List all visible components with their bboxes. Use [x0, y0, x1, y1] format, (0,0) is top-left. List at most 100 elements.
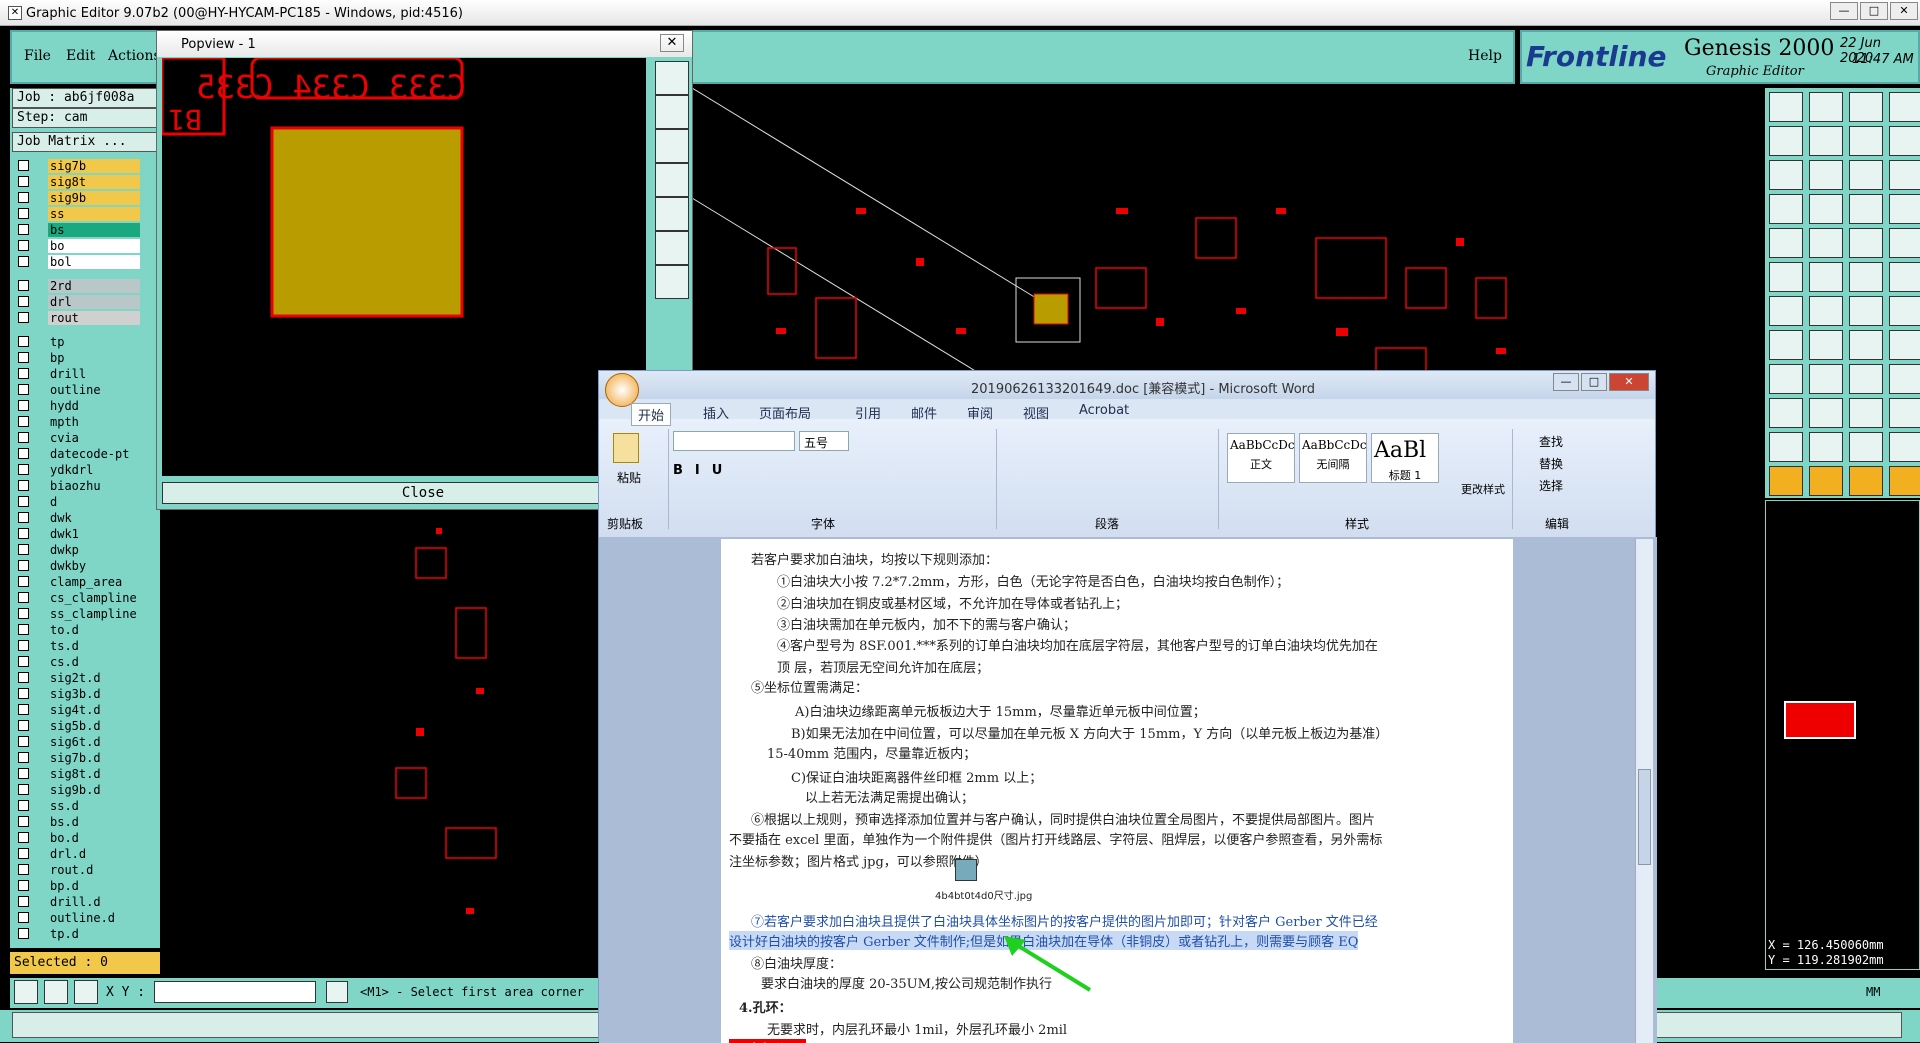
layer-row[interactable]: biaozhu	[10, 478, 160, 494]
close-button[interactable]: ✕	[1890, 2, 1918, 20]
tool-button-icon[interactable]	[1849, 296, 1883, 326]
layer-checkbox[interactable]	[18, 864, 29, 875]
layer-row[interactable]: sig6t.d	[10, 734, 160, 750]
menu-help[interactable]: Help	[1468, 48, 1502, 64]
layer-checkbox[interactable]	[18, 800, 29, 811]
tool-button-icon[interactable]	[1769, 364, 1803, 394]
word-close[interactable]: ✕	[1609, 373, 1649, 391]
layer-row[interactable]: cvia	[10, 430, 160, 446]
tool-button-icon[interactable]	[1809, 92, 1843, 122]
layer-row[interactable]: tp.d	[10, 926, 160, 942]
layer-checkbox[interactable]	[18, 160, 29, 171]
popview-close-icon[interactable]: ✕	[660, 34, 684, 52]
tool-button-icon[interactable]	[1849, 364, 1883, 394]
layer-row[interactable]: outline	[10, 382, 160, 398]
font-size-select[interactable]: 五号	[799, 431, 849, 451]
ribbon-tab[interactable]: 审阅	[967, 403, 993, 422]
layer-row[interactable]: sig5b.d	[10, 718, 160, 734]
tool-button-icon[interactable]	[1849, 126, 1883, 156]
layer-row[interactable]: sig4t.d	[10, 702, 160, 718]
layer-row[interactable]: drill.d	[10, 894, 160, 910]
layer-checkbox[interactable]	[18, 832, 29, 843]
layer-row[interactable]: drl	[10, 294, 160, 310]
layer-checkbox[interactable]	[18, 464, 29, 475]
layer-checkbox[interactable]	[18, 640, 29, 651]
layer-row[interactable]: drl.d	[10, 846, 160, 862]
layer-row[interactable]: sig9b.d	[10, 782, 160, 798]
popview-canvas[interactable]: C333 C334 C335 B1	[162, 58, 646, 476]
menu-edit[interactable]: Edit	[66, 48, 95, 64]
layer-row[interactable]: cs_clampline	[10, 590, 160, 606]
layer-checkbox[interactable]	[18, 280, 29, 291]
tool-button-icon[interactable]	[1769, 92, 1803, 122]
tool-button-icon[interactable]	[1769, 466, 1803, 496]
ribbon-tab[interactable]: 引用	[855, 403, 881, 422]
ribbon-tab[interactable]: 邮件	[911, 403, 937, 422]
ribbon-tab[interactable]: 视图	[1023, 403, 1049, 422]
layer-row[interactable]: bo.d	[10, 830, 160, 846]
menu-file[interactable]: File	[24, 48, 51, 64]
tool-button-icon[interactable]	[1889, 330, 1920, 360]
tool-button-icon[interactable]	[1849, 228, 1883, 258]
tool-button-icon[interactable]	[1809, 432, 1843, 462]
layer-checkbox[interactable]	[18, 448, 29, 459]
tool-button-icon[interactable]	[1889, 92, 1920, 122]
tool-button-icon[interactable]	[1809, 398, 1843, 428]
tool-button-icon[interactable]	[1769, 262, 1803, 292]
measure-icon[interactable]	[44, 980, 68, 1004]
ribbon-tab[interactable]: 插入	[703, 403, 729, 422]
tool-button-icon[interactable]	[1889, 228, 1920, 258]
tool-button-icon[interactable]	[1889, 262, 1920, 292]
layer-checkbox[interactable]	[18, 336, 29, 347]
layer-checkbox[interactable]	[18, 560, 29, 571]
tool-button-icon[interactable]	[1889, 126, 1920, 156]
layer-row[interactable]: rout.d	[10, 862, 160, 878]
select-button[interactable]: 选择	[1539, 477, 1563, 494]
layer-checkbox[interactable]	[18, 912, 29, 923]
tool-button-icon[interactable]	[1769, 228, 1803, 258]
layer-checkbox[interactable]	[18, 480, 29, 491]
layer-row[interactable]: dwk1	[10, 526, 160, 542]
layer-checkbox[interactable]	[18, 688, 29, 699]
paste-label[interactable]: 粘贴	[617, 469, 641, 486]
layer-row[interactable]: cs.d	[10, 654, 160, 670]
attachment-icon[interactable]	[955, 859, 977, 881]
layer-row[interactable]: clamp_area	[10, 574, 160, 590]
job-matrix-button[interactable]: Job Matrix ...	[12, 132, 160, 152]
tool-button-icon[interactable]	[1809, 262, 1843, 292]
info-icon[interactable]	[326, 981, 348, 1003]
layer-row[interactable]: bol	[10, 254, 160, 270]
tool-button-icon[interactable]	[1809, 296, 1843, 326]
layer-checkbox[interactable]	[18, 256, 29, 267]
find-button[interactable]: 查找	[1539, 433, 1563, 450]
tool-button-icon[interactable]	[1889, 398, 1920, 428]
layer-checkbox[interactable]	[18, 176, 29, 187]
layer-checkbox[interactable]	[18, 608, 29, 619]
layer-checkbox[interactable]	[18, 592, 29, 603]
tool-button-icon[interactable]	[1849, 194, 1883, 224]
layer-row[interactable]: ss.d	[10, 798, 160, 814]
layer-row[interactable]: dwk	[10, 510, 160, 526]
tool-button-icon[interactable]	[1889, 432, 1920, 462]
layer-row[interactable]: sig9b	[10, 190, 160, 206]
layer-checkbox[interactable]	[18, 704, 29, 715]
layer-row[interactable]: sig3b.d	[10, 686, 160, 702]
font-format-buttons[interactable]: BIU	[673, 463, 993, 483]
ribbon-tab[interactable]: Acrobat	[1079, 403, 1129, 418]
fit-icon[interactable]	[655, 231, 689, 265]
layer-row[interactable]: ydkdrl	[10, 462, 160, 478]
word-minimize[interactable]: —	[1553, 373, 1579, 391]
replace-button[interactable]: 替换	[1539, 455, 1563, 472]
layer-checkbox[interactable]	[18, 496, 29, 507]
layer-checkbox[interactable]	[18, 816, 29, 827]
tool-button-icon[interactable]	[1889, 296, 1920, 326]
layer-checkbox[interactable]	[18, 880, 29, 891]
style-swatch[interactable]: AaBbCcDc 正文	[1227, 433, 1295, 483]
style-swatch[interactable]: AaBbCcDc 无间隔	[1299, 433, 1367, 483]
overview-map[interactable]: X = 126.450060mm Y = 119.281902mm	[1765, 500, 1920, 970]
layer-row[interactable]: sig2t.d	[10, 670, 160, 686]
menu-actions[interactable]: Actions	[108, 48, 161, 64]
layer-row[interactable]: ss	[10, 206, 160, 222]
layer-checkbox[interactable]	[18, 752, 29, 763]
tool-button-icon[interactable]	[1769, 330, 1803, 360]
